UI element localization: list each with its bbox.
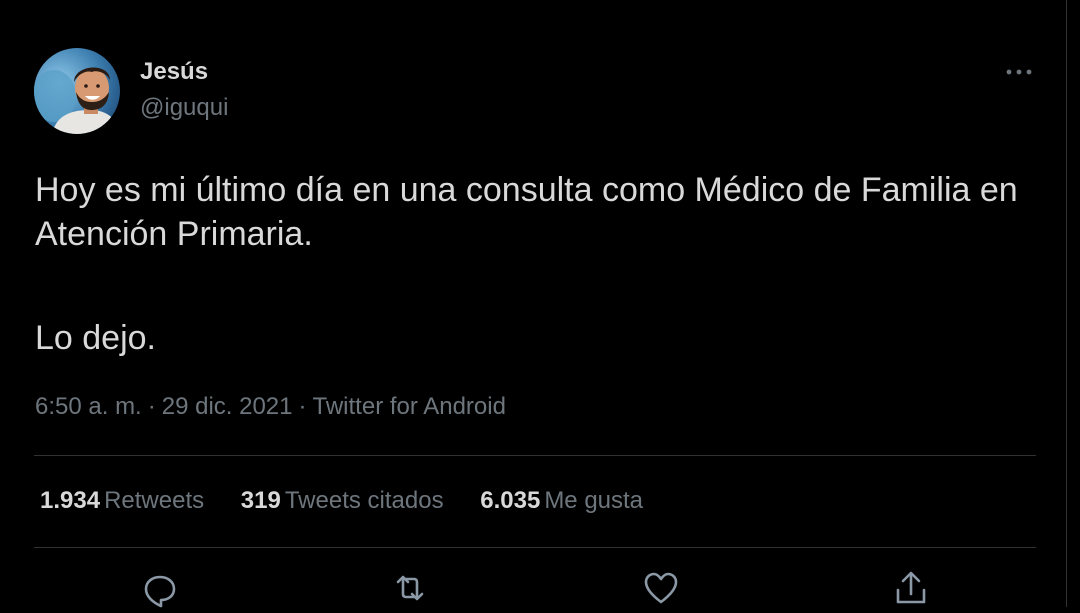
tweet-meta: 6:50 a. m. · 29 dic. 2021 · Twitter for Andr…	[35, 392, 506, 422]
tweet-source[interactable]: Twitter for Android	[313, 393, 506, 420]
avatar[interactable]	[34, 48, 120, 134]
avatar-image	[34, 48, 120, 134]
tweet-card: Jesús @iguqui Hoy es mi último día en un…	[0, 0, 1067, 608]
tweet-text-paragraph-1: Hoy es mi último día en una consulta com…	[35, 171, 1018, 253]
heart-icon[interactable]	[641, 568, 681, 608]
meta-separator: ·	[298, 393, 307, 420]
more-horizontal-icon[interactable]	[1003, 62, 1035, 82]
share-icon[interactable]	[891, 568, 931, 608]
author-handle[interactable]: @iguqui	[140, 94, 228, 122]
meta-separator: ·	[147, 393, 156, 420]
tweet-text-paragraph-2: Lo dejo.	[35, 319, 156, 357]
retweets-label: Retweets	[104, 487, 205, 514]
retweets-count: 1.934	[40, 487, 101, 514]
quotes-count: 319	[240, 487, 281, 514]
retweet-icon[interactable]	[390, 568, 430, 608]
reply-icon[interactable]	[140, 568, 180, 608]
likes-label: Me gusta	[544, 487, 644, 514]
tweet-stats: 1.934 Retweets 319 Tweets citados 6.035 Me …	[40, 486, 673, 516]
divider-bottom	[34, 547, 1036, 548]
retweets-stat[interactable]: 1.934 Retweets	[40, 486, 204, 516]
likes-count: 6.035	[480, 487, 541, 514]
likes-stat[interactable]: 6.035 Me gusta	[480, 486, 643, 516]
tweet-time[interactable]: 6:50 a. m.	[35, 393, 142, 420]
tweet-date[interactable]: 29 dic. 2021	[162, 393, 293, 420]
divider-top	[34, 455, 1036, 456]
quotes-stat[interactable]: 319 Tweets citados	[241, 486, 444, 516]
author-name[interactable]: Jesús	[140, 58, 208, 86]
tweet-text: Hoy es mi último día en una consulta com…	[35, 168, 1035, 360]
quotes-label: Tweets citados	[284, 487, 444, 514]
